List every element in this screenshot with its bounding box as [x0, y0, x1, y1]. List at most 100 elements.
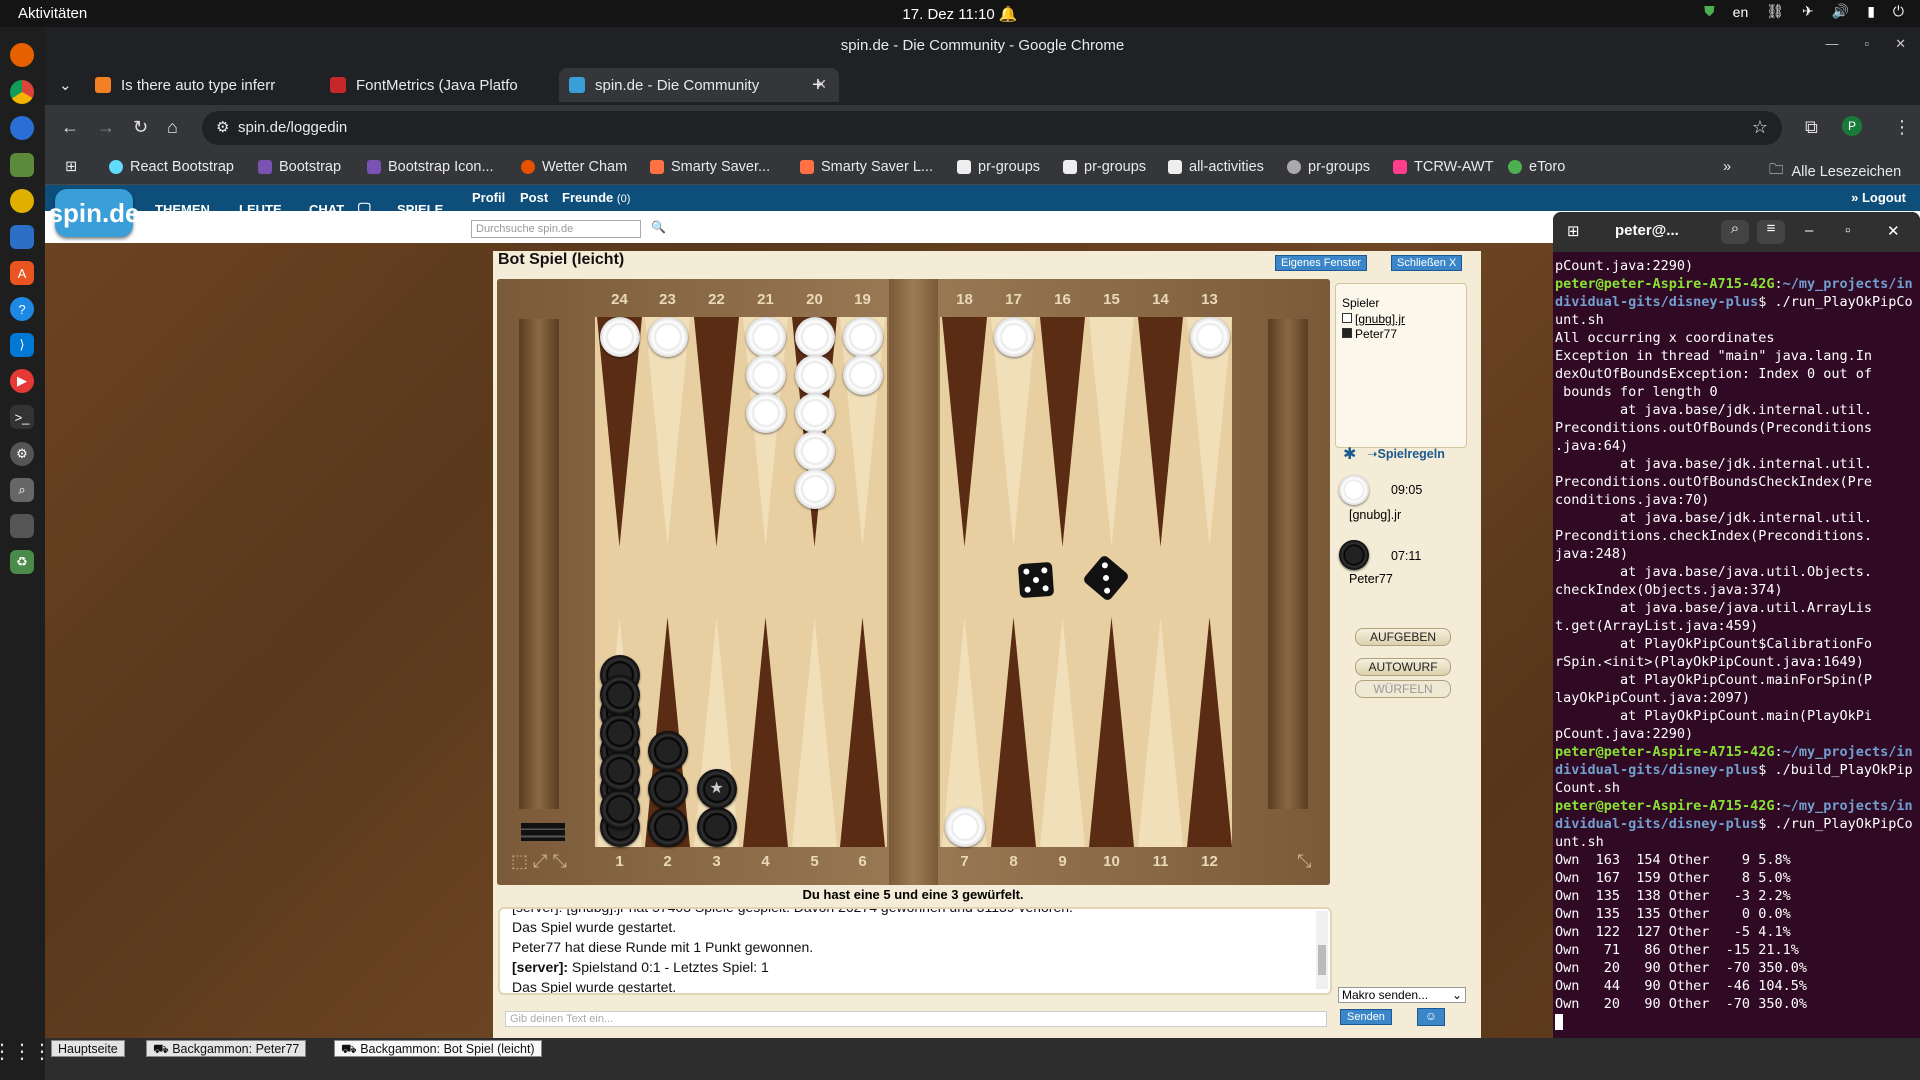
- close-icon[interactable]: ✕: [1895, 36, 1906, 52]
- bookmark-8[interactable]: all-activities: [1168, 159, 1264, 175]
- media-icon[interactable]: ▶: [10, 369, 34, 393]
- menu-icon[interactable]: ⋮: [1893, 117, 1911, 138]
- white-checker[interactable]: [842, 317, 883, 357]
- roll-button[interactable]: WÜRFELN: [1355, 680, 1451, 698]
- bookmark-2[interactable]: Bootstrap Icon...: [367, 159, 494, 175]
- black-checker[interactable]: [647, 807, 688, 847]
- clock[interactable]: 17. Dez 11:10 🔔: [0, 5, 1920, 23]
- board-point[interactable]: [1089, 317, 1134, 547]
- nav-leute[interactable]: LEUTE: [239, 202, 282, 217]
- tab-search-icon[interactable]: ⌄: [49, 68, 77, 102]
- board-point[interactable]: [1089, 617, 1134, 847]
- own-window-button[interactable]: Eigenes Fenster: [1275, 255, 1368, 271]
- nav-profil[interactable]: Profil: [472, 190, 505, 205]
- board-point[interactable]: [1040, 617, 1085, 847]
- bookmark-11[interactable]: eToro: [1508, 159, 1565, 175]
- software-icon[interactable]: A: [10, 261, 34, 285]
- bookmark-1[interactable]: Bootstrap: [258, 159, 341, 175]
- board-point[interactable]: [792, 617, 837, 847]
- taskbar-backgammon-peter[interactable]: ⛟ Backgammon: Peter77: [146, 1040, 307, 1057]
- chat-scrollbar[interactable]: [1316, 911, 1328, 989]
- thunderbird-icon[interactable]: [10, 116, 34, 140]
- more-bookmarks-icon[interactable]: »: [1723, 159, 1731, 175]
- board-point[interactable]: [1040, 317, 1085, 547]
- send-button[interactable]: Senden: [1340, 1009, 1392, 1025]
- site-search-input[interactable]: Durchsuche spin.de: [471, 220, 641, 238]
- nav-chat[interactable]: CHAT: [309, 202, 344, 217]
- address-bar[interactable]: ⚙ spin.de/loggedin ☆: [202, 111, 1782, 145]
- new-tab-button[interactable]: +: [802, 68, 832, 102]
- board-point[interactable]: [1138, 317, 1183, 547]
- white-checker[interactable]: [794, 431, 835, 471]
- chat-monitor-icon[interactable]: 🖵: [358, 200, 371, 216]
- site-info-icon[interactable]: ⚙: [216, 118, 229, 136]
- bookmark-star-icon[interactable]: ☆: [1752, 117, 1768, 138]
- white-checker[interactable]: [599, 317, 640, 357]
- firefox-icon[interactable]: [10, 43, 34, 67]
- chat-input[interactable]: Gib deinen Text ein...: [505, 1011, 1327, 1027]
- vscode-icon[interactable]: ⟩: [10, 333, 34, 357]
- white-checker[interactable]: [1189, 317, 1230, 357]
- minimize-icon[interactable]: —: [1825, 36, 1838, 52]
- white-checker[interactable]: [745, 393, 786, 433]
- macro-select[interactable]: Makro senden... ⌄: [1338, 987, 1466, 1003]
- nav-post[interactable]: Post: [520, 190, 548, 205]
- back-icon[interactable]: ←: [61, 117, 79, 138]
- white-checker[interactable]: [944, 807, 985, 847]
- player-white[interactable]: [gnubg].jr: [1342, 312, 1405, 326]
- rules-link[interactable]: ➝Spielregeln: [1367, 446, 1445, 461]
- bookmark-10[interactable]: TCRW-AWT: [1393, 159, 1493, 175]
- bookmark-7[interactable]: pr-groups: [1063, 159, 1146, 175]
- black-checker[interactable]: [696, 807, 737, 847]
- profile-avatar[interactable]: P: [1842, 116, 1862, 136]
- black-checker[interactable]: [599, 713, 640, 753]
- new-tab-icon[interactable]: ⊞: [1567, 222, 1580, 240]
- spin-logo[interactable]: spin.de: [49, 189, 140, 237]
- nav-freunde[interactable]: Freunde (0): [562, 190, 630, 205]
- nav-spiele[interactable]: SPIELE: [397, 202, 443, 217]
- chrome-icon[interactable]: [10, 80, 34, 104]
- white-checker[interactable]: [993, 317, 1034, 357]
- terminal-icon[interactable]: >_: [10, 405, 34, 429]
- white-checker[interactable]: [794, 355, 835, 395]
- board-point[interactable]: [694, 317, 739, 547]
- tab-0[interactable]: Is there auto type inferr ✕: [85, 68, 355, 102]
- bookmark-9[interactable]: pr-groups: [1287, 159, 1370, 175]
- app-grid-icon[interactable]: ⋮⋮⋮: [0, 1039, 52, 1063]
- files-icon[interactable]: [10, 153, 34, 177]
- search-icon[interactable]: ⌕: [1721, 220, 1749, 244]
- board-point[interactable]: [840, 617, 885, 847]
- rhythmbox-icon[interactable]: [10, 189, 34, 213]
- forward-icon[interactable]: →: [97, 117, 115, 138]
- drive-icon[interactable]: [10, 514, 34, 538]
- settings-icon[interactable]: ⚙: [10, 442, 34, 466]
- black-checker[interactable]: ★: [696, 769, 737, 809]
- maximize-icon[interactable]: ▫: [1864, 36, 1869, 52]
- board-controls-icons[interactable]: ⬚ ⤢ ⤡: [511, 851, 591, 875]
- black-checker[interactable]: [599, 675, 640, 715]
- player-black[interactable]: Peter77: [1342, 327, 1397, 341]
- trash-icon[interactable]: ♻: [10, 550, 34, 574]
- extensions-icon[interactable]: ⧉: [1805, 117, 1818, 138]
- home-icon[interactable]: ⌂: [167, 117, 178, 138]
- black-checker[interactable]: [647, 731, 688, 771]
- black-checker[interactable]: [599, 751, 640, 791]
- backgammon-board[interactable]: 24 23 22 21 20 19 18 17 16 15 14 13 1 2 3 4 5 6 7 8 9 10 11 12 …: [497, 279, 1330, 885]
- black-checker[interactable]: [647, 769, 688, 809]
- gear-icon[interactable]: ✱: [1343, 444, 1356, 464]
- board-toggle-icon[interactable]: ⤡: [1297, 851, 1321, 875]
- white-checker[interactable]: [745, 317, 786, 357]
- white-checker[interactable]: [794, 469, 835, 509]
- give-up-button[interactable]: AUFGEBEN: [1355, 628, 1451, 646]
- bookmark-5[interactable]: Smarty Saver L...: [800, 159, 933, 175]
- screenshot-icon[interactable]: ⌕: [10, 478, 34, 502]
- taskbar-backgammon-bot[interactable]: ⛟ Backgammon: Bot Spiel (leicht): [334, 1040, 542, 1057]
- minimize-icon[interactable]: –: [1805, 222, 1813, 239]
- taskbar-hauptseite[interactable]: Hauptseite: [51, 1040, 125, 1057]
- terminal-window[interactable]: ⊞ peter@... ⌕ ≡ – ▫ ✕ pCount.java:2290) …: [1553, 212, 1920, 1038]
- chat-log[interactable]: [server]: [gnubg].jr hat 57403 Spiele ge…: [498, 907, 1332, 995]
- bookmark-0[interactable]: React Bootstrap: [109, 159, 234, 175]
- language-indicator[interactable]: en: [1733, 4, 1749, 20]
- white-checker[interactable]: [794, 393, 835, 433]
- white-checker[interactable]: [794, 317, 835, 357]
